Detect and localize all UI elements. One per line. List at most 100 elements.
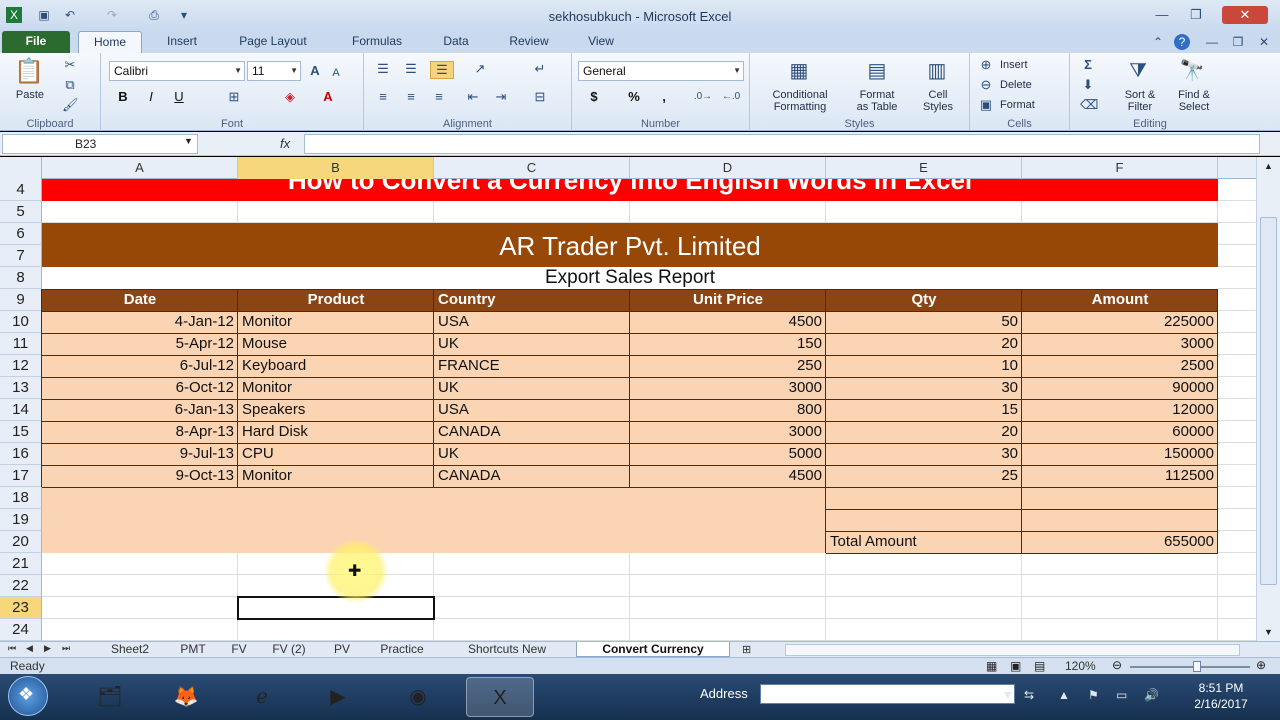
clear-icon[interactable]: ⌫ <box>1080 97 1098 113</box>
row-header[interactable]: 14 <box>0 399 42 421</box>
align-bottom-icon[interactable]: ☰ <box>430 61 454 79</box>
table-cell[interactable]: 30 <box>826 443 1022 465</box>
formula-input[interactable] <box>304 134 1260 154</box>
italic-button[interactable]: I <box>143 89 159 105</box>
table-cell[interactable]: 9-Oct-13 <box>42 465 238 487</box>
zoom-in-icon[interactable]: ⊕ <box>1256 658 1266 672</box>
table-cell[interactable]: 2500 <box>1022 355 1218 377</box>
number-format-combo[interactable]: General ▼ <box>578 61 744 81</box>
header-qty[interactable]: Qty <box>826 289 1022 311</box>
first-sheet-icon[interactable]: ⏮ <box>8 643 16 654</box>
volume-icon[interactable]: 🔊 <box>1144 688 1159 702</box>
percent-button[interactable]: % <box>626 89 642 105</box>
column-header-e[interactable]: E <box>826 157 1022 179</box>
zoom-level[interactable]: 120% <box>1065 659 1096 673</box>
prev-sheet-icon[interactable]: ◀ <box>26 643 33 654</box>
grow-font-icon[interactable]: A <box>307 63 323 79</box>
column-header-d[interactable]: D <box>630 157 826 179</box>
format-cells-button[interactable]: Format <box>1000 99 1050 111</box>
format-cells-icon[interactable]: ▣ <box>978 97 994 113</box>
merge-center-icon[interactable]: ⊟ <box>530 89 550 105</box>
header-amount[interactable]: Amount <box>1022 289 1218 311</box>
delete-cells-icon[interactable]: ⊖ <box>978 77 994 93</box>
chevron-down-icon[interactable]: ▼ <box>184 136 193 146</box>
format-as-table-label-2[interactable]: as Table <box>846 101 908 113</box>
row-header[interactable]: 21 <box>0 553 42 575</box>
select-all-corner[interactable] <box>0 157 42 179</box>
align-middle-icon[interactable]: ☰ <box>402 61 420 77</box>
sheet-tab-pmt[interactable]: PMT <box>168 642 218 657</box>
cell-styles-icon[interactable]: ▥ <box>922 57 952 85</box>
row-header[interactable]: 12 <box>0 355 42 377</box>
sheet-tab-shortcuts-new[interactable]: Shortcuts New <box>446 642 568 657</box>
column-header-c[interactable]: C <box>434 157 630 179</box>
sheet-tab-convert-currency[interactable]: Convert Currency <box>576 642 730 657</box>
format-as-table-icon[interactable]: ▤ <box>862 57 892 85</box>
table-cell[interactable]: 6-Oct-12 <box>42 377 238 399</box>
close-icon[interactable]: ✕ <box>1222 6 1268 24</box>
start-button[interactable]: ❖ <box>8 676 48 716</box>
row-header[interactable]: 6 <box>0 223 42 245</box>
tab-view[interactable]: View <box>572 31 630 53</box>
selected-cell-b23[interactable] <box>237 596 435 620</box>
table-cell[interactable]: 225000 <box>1022 311 1218 333</box>
sort-filter-label-2[interactable]: Filter <box>1114 101 1166 113</box>
total-label[interactable]: Total Amount <box>826 531 1022 553</box>
explorer-taskbar-icon[interactable]: 🗂 <box>80 677 140 717</box>
table-cell[interactable]: 3000 <box>1022 333 1218 355</box>
decrease-decimal-icon[interactable]: ←.0 <box>720 89 742 105</box>
underline-button[interactable]: U <box>171 89 187 105</box>
tab-file[interactable]: File <box>2 31 70 53</box>
paste-button[interactable]: Paste <box>8 89 52 101</box>
row-header[interactable]: 23 <box>0 597 42 619</box>
font-color-icon[interactable]: A <box>319 89 337 105</box>
shrink-font-icon[interactable]: A <box>329 65 343 81</box>
action-center-icon[interactable]: ⚑ <box>1088 688 1099 702</box>
row-header[interactable]: 24 <box>0 619 42 641</box>
sheet-tab-sheet2[interactable]: Sheet2 <box>96 642 164 657</box>
table-cell[interactable]: 4500 <box>630 311 826 333</box>
taskbar-clock[interactable]: 8:51 PM 2/16/2017 <box>1186 680 1256 712</box>
orientation-icon[interactable]: ↗ <box>468 61 492 77</box>
header-product[interactable]: Product <box>238 289 434 311</box>
table-cell[interactable]: UK <box>434 377 630 399</box>
ribbon-minimize-icon[interactable]: ⌃ <box>1150 34 1166 50</box>
insert-sheet-icon[interactable]: ⊞ <box>742 643 751 656</box>
autosum-icon[interactable]: Σ <box>1080 57 1096 73</box>
comma-button[interactable]: , <box>656 89 672 105</box>
workbook-restore-icon[interactable]: ❐ <box>1230 34 1246 50</box>
row-header[interactable]: 10 <box>0 311 42 333</box>
excel-taskbar-icon[interactable]: X <box>466 677 534 717</box>
row-header[interactable]: 5 <box>0 201 42 223</box>
firefox-taskbar-icon[interactable]: 🦊 <box>156 677 216 717</box>
total-value[interactable]: 655000 <box>1022 531 1218 553</box>
table-cell[interactable]: 25 <box>826 465 1022 487</box>
network-icon[interactable]: ▭ <box>1116 688 1127 702</box>
show-hidden-icons-icon[interactable]: ▲ <box>1058 688 1070 702</box>
find-select-icon[interactable]: 🔭 <box>1178 57 1206 85</box>
row-header[interactable]: 11 <box>0 333 42 355</box>
tab-data[interactable]: Data <box>426 31 486 53</box>
row-header[interactable]: 20 <box>0 531 42 553</box>
table-cell[interactable]: 3000 <box>630 421 826 443</box>
internet-explorer-taskbar-icon[interactable]: ℯ <box>232 677 292 717</box>
address-input[interactable] <box>760 684 1015 704</box>
table-cell[interactable]: 150 <box>630 333 826 355</box>
bold-button[interactable]: B <box>115 89 131 105</box>
header-country[interactable]: Country <box>434 289 630 311</box>
conditional-formatting-label-1[interactable]: Conditional <box>756 89 844 101</box>
table-cell[interactable]: 5000 <box>630 443 826 465</box>
row-header[interactable]: 4 <box>0 179 42 201</box>
wrap-text-icon[interactable]: ↵ <box>530 61 550 77</box>
normal-view-icon[interactable]: ▦ <box>986 659 997 673</box>
table-cell[interactable]: CPU <box>238 443 434 465</box>
table-cell[interactable]: Monitor <box>238 311 434 333</box>
zoom-out-icon[interactable]: ⊖ <box>1112 658 1122 672</box>
header-unit-price[interactable]: Unit Price <box>630 289 826 311</box>
cell-styles-label-2[interactable]: Styles <box>910 101 966 113</box>
table-cell[interactable]: 150000 <box>1022 443 1218 465</box>
insert-cells-button[interactable]: Insert <box>1000 59 1050 71</box>
increase-decimal-icon[interactable]: .0→ <box>692 89 714 105</box>
chrome-taskbar-icon[interactable]: ◉ <box>388 677 448 717</box>
row-header[interactable]: 7 <box>0 245 42 267</box>
